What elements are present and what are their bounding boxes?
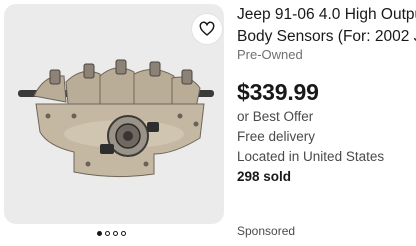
listing-title-line-2: Body Sensors (For: 2002 Je (237, 28, 416, 45)
carousel-dot[interactable] (113, 231, 118, 236)
carousel-dot[interactable] (97, 231, 102, 236)
condition-label: Pre-Owned (237, 47, 303, 62)
delivery-text: Free delivery (237, 129, 316, 144)
listing-title-line-1: Jeep 91-06 4.0 High Output (237, 6, 416, 23)
intake-manifold-image (18, 59, 214, 178)
carousel-dot[interactable] (105, 231, 110, 236)
sponsored-label: Sponsored (237, 224, 296, 238)
sold-count: 298 sold (237, 169, 292, 184)
price: $339.99 (237, 79, 319, 105)
product-image-card[interactable] (4, 4, 224, 224)
image-carousel-indicator (97, 231, 126, 236)
listing-title[interactable]: Jeep 91-06 4.0 High Output Body Sensors … (237, 4, 416, 48)
best-offer-text: or Best Offer (237, 109, 314, 124)
carousel-dot[interactable] (121, 231, 126, 236)
heart-icon (199, 21, 215, 36)
watchlist-button[interactable] (192, 14, 222, 44)
location-text: Located in United States (237, 149, 385, 164)
